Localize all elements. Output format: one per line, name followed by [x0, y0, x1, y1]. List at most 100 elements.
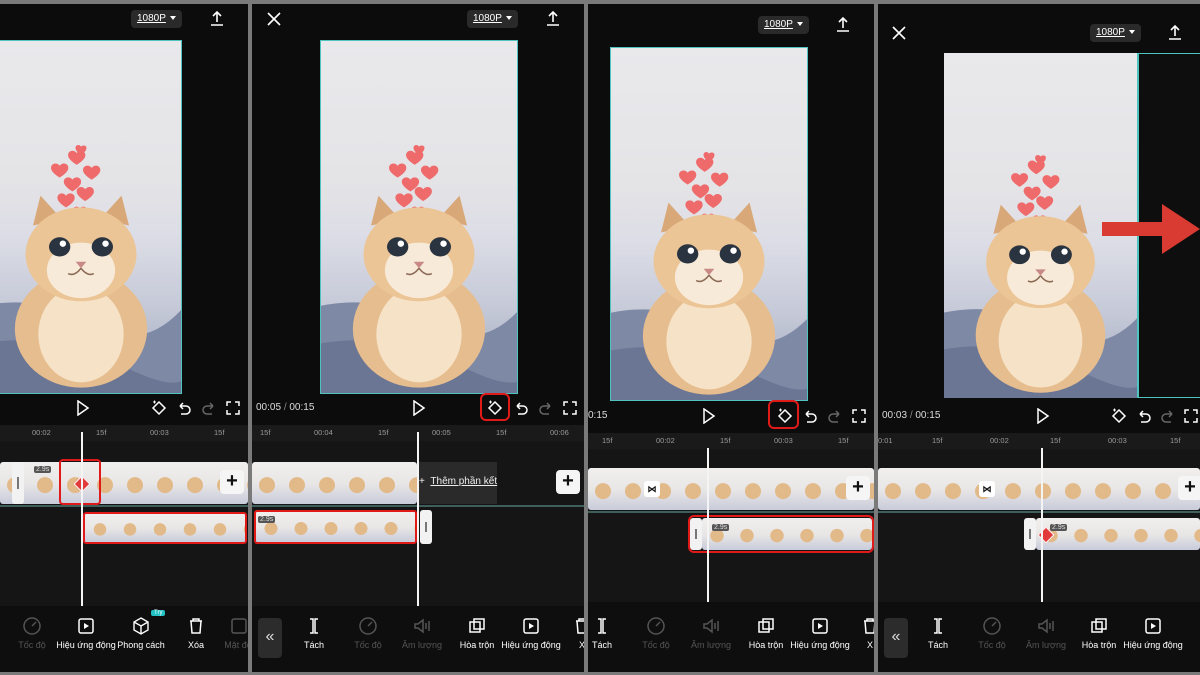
clip-handle[interactable] — [12, 462, 24, 504]
tool-delete[interactable]: X — [840, 616, 874, 650]
undo-icon[interactable] — [177, 401, 191, 415]
export-icon[interactable] — [208, 10, 226, 28]
close-icon[interactable] — [891, 25, 907, 41]
resolution-button[interactable]: 1080P — [1090, 24, 1141, 42]
animation-icon — [1145, 618, 1161, 634]
tool-split[interactable]: Tách — [908, 616, 968, 650]
ruler-label: 00:02 — [990, 436, 1009, 445]
redo-icon[interactable] — [828, 409, 842, 423]
undo-icon[interactable] — [803, 409, 817, 423]
play-icon[interactable] — [412, 400, 426, 416]
back-button[interactable]: « — [884, 618, 908, 658]
transition-button[interactable]: ⋈ — [979, 481, 995, 497]
clip-handle[interactable] — [1024, 518, 1036, 550]
video-preview — [0, 40, 182, 394]
tool-split[interactable]: Tách — [284, 616, 344, 650]
delete-icon — [864, 618, 874, 634]
fullscreen-icon[interactable] — [1184, 409, 1198, 423]
play-icon[interactable] — [1036, 408, 1050, 424]
main-clip[interactable] — [588, 468, 874, 510]
tool-animation[interactable]: Hiệu ứng động — [56, 616, 116, 650]
resolution-button[interactable]: 1080P — [131, 10, 182, 28]
play-icon[interactable] — [76, 400, 90, 416]
tool-blend[interactable]: Hòa trộn — [447, 616, 507, 650]
undo-icon[interactable] — [1137, 409, 1151, 423]
tool-delete[interactable]: X — [552, 616, 584, 650]
volume-icon — [1038, 618, 1054, 634]
tool-speed[interactable]: Tốc độ — [338, 616, 398, 650]
fullscreen-icon[interactable] — [852, 409, 866, 423]
ruler-label: 15f — [1050, 436, 1061, 445]
main-clip[interactable] — [878, 468, 1200, 510]
playhead[interactable] — [81, 432, 83, 612]
resolution-button[interactable]: 1080P — [467, 10, 518, 28]
video-preview — [320, 40, 518, 394]
tool-speed[interactable]: Tốc độ — [962, 616, 1022, 650]
video-preview — [610, 47, 808, 401]
tool-volume[interactable]: Âm lượng — [1016, 616, 1076, 650]
ruler-label: 00:03 — [774, 436, 793, 445]
clip-handle[interactable] — [420, 510, 432, 544]
redo-icon[interactable] — [1161, 409, 1175, 423]
chevron-down-icon — [796, 22, 803, 27]
tool-label: Tách — [591, 640, 612, 650]
fullscreen-icon[interactable] — [226, 401, 240, 415]
panel-1: 1080P 00:02 15f 00:03 15f 2.9s + Tốc độ … — [0, 4, 248, 672]
add-clip-button[interactable]: + — [220, 470, 244, 494]
tool-volume[interactable]: Âm lượng — [392, 616, 452, 650]
tool-volume[interactable]: Âm lượng — [681, 616, 741, 650]
tool-label: Hiệu ứng động — [1123, 640, 1183, 650]
tool-blend[interactable]: Hòa trộn — [736, 616, 796, 650]
undo-icon[interactable] — [514, 401, 528, 415]
audio-track-line — [0, 505, 248, 507]
add-ending-button[interactable]: + Thêm phần kết — [419, 476, 497, 487]
keyframe-add-icon[interactable] — [150, 400, 168, 416]
audio-track-line — [588, 511, 874, 513]
export-icon[interactable] — [1166, 24, 1184, 42]
overlay-clip[interactable] — [83, 512, 247, 544]
keyframe-add-icon[interactable] — [1110, 408, 1128, 424]
ruler-label: 00:02 — [32, 428, 51, 437]
blend-icon — [1091, 618, 1107, 633]
tool-blend[interactable]: Hòa trộn — [1069, 616, 1129, 650]
playhead[interactable] — [417, 432, 419, 612]
tool-label: Âm lượng — [691, 640, 731, 650]
tool-label: X — [866, 640, 873, 650]
add-clip-button[interactable]: + — [846, 476, 870, 500]
tool-style[interactable]: Phong cách — [111, 616, 171, 650]
redo-icon[interactable] — [202, 401, 216, 415]
total-time: 00:15 — [289, 402, 315, 413]
export-icon[interactable] — [834, 16, 852, 34]
redo-icon[interactable] — [539, 401, 553, 415]
tool-speed[interactable]: Tốc độ — [626, 616, 686, 650]
ruler-label: 00:04 — [314, 428, 333, 437]
add-clip-button[interactable]: + — [1178, 476, 1200, 500]
clip-duration-badge: 2.9s — [34, 466, 52, 473]
back-button[interactable]: « — [258, 618, 282, 658]
tool-speed[interactable]: Tốc độ — [2, 616, 62, 650]
bottom-toolbar: « Tách Tốc độ Âm lượng Hòa trộn Hiệu ứng… — [878, 602, 1200, 672]
bottom-toolbar: « Tách Tốc độ Âm lượng Hòa trộn Hiệu ứng… — [252, 606, 584, 672]
clip-duration-badge: 2.9s — [258, 516, 276, 523]
overlay-clip[interactable] — [254, 510, 417, 544]
fullscreen-icon[interactable] — [563, 401, 577, 415]
resolution-button[interactable]: 1080P — [758, 16, 809, 34]
tool-face[interactable]: Mặt đổi — [214, 616, 248, 650]
cat-image — [0, 41, 181, 393]
overlay-clip[interactable] — [1036, 518, 1200, 550]
transition-button[interactable]: ⋈ — [644, 481, 660, 497]
add-clip-button[interactable]: + — [556, 470, 580, 494]
try-badge: Try — [151, 610, 166, 616]
ruler-label: 0:01 — [878, 436, 893, 445]
close-icon[interactable] — [266, 11, 282, 27]
playhead[interactable] — [707, 448, 709, 616]
play-icon[interactable] — [702, 408, 716, 424]
ruler-label: 00:03 — [150, 428, 169, 437]
main-clip[interactable] — [252, 462, 417, 504]
tool-label: Xóa — [187, 640, 204, 650]
tool-animation[interactable]: Hiệu ứng động — [1123, 616, 1183, 650]
export-icon[interactable] — [544, 10, 562, 28]
speed-icon — [647, 617, 665, 635]
playhead[interactable] — [1041, 448, 1043, 616]
ruler-label: 15f — [838, 436, 849, 445]
